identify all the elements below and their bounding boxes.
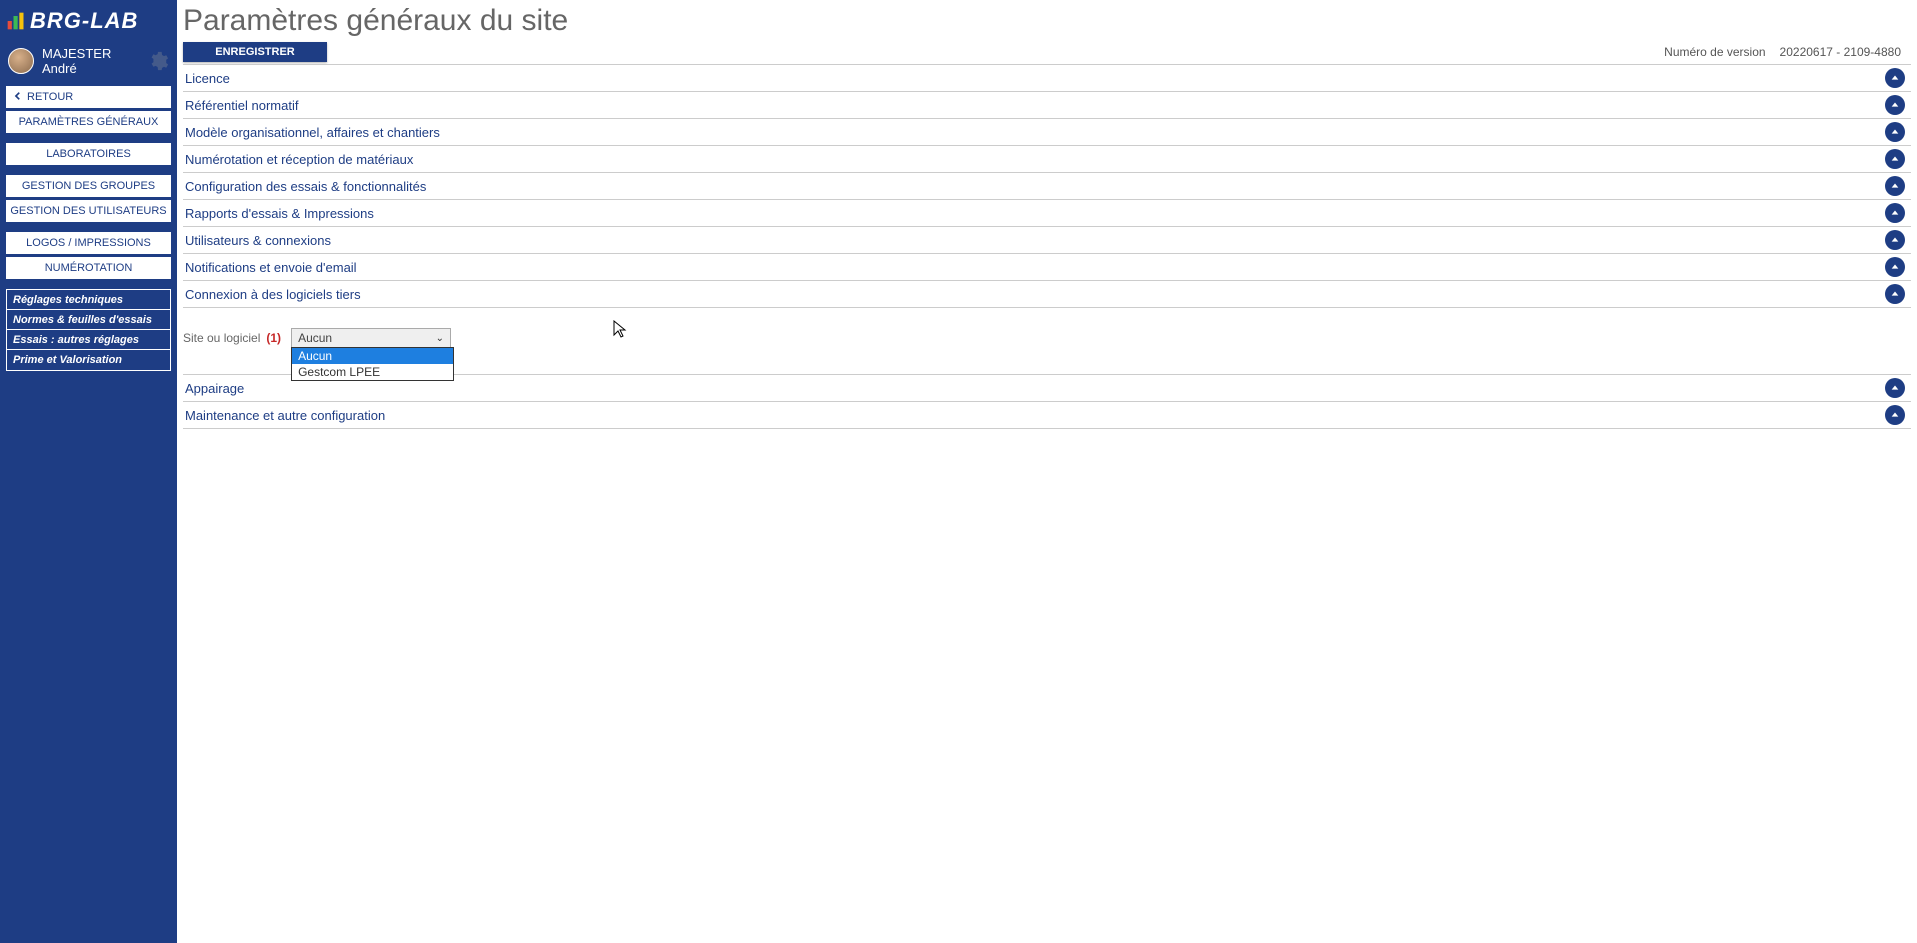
sidebar-item-gestion-utilisateurs[interactable]: GESTION DES UTILISATEURS bbox=[6, 200, 171, 222]
sidebar: BRG-LAB MAJESTER André RETOUR PARAMÈTRES… bbox=[0, 0, 177, 943]
top-row: ENREGISTRER Numéro de version 20220617 -… bbox=[183, 38, 1911, 64]
chevron-left-icon bbox=[13, 91, 23, 104]
sidebar-item-laboratoires[interactable]: LABORATOIRES bbox=[6, 143, 171, 165]
dropdown-option[interactable]: Aucun bbox=[292, 348, 453, 364]
gear-icon[interactable] bbox=[147, 50, 169, 72]
main: Paramètres généraux du site ENREGISTRER … bbox=[177, 0, 1917, 943]
sidebar-sub-section: Réglages techniques Normes & feuilles d'… bbox=[6, 289, 171, 371]
field-label: Site ou logiciel bbox=[183, 331, 260, 345]
collapse-toggle-icon[interactable] bbox=[1885, 176, 1905, 196]
collapse-toggle-icon[interactable] bbox=[1885, 203, 1905, 223]
section-title: Référentiel normatif bbox=[185, 98, 1885, 113]
section-header[interactable]: Modèle organisationnel, affaires et chan… bbox=[183, 118, 1911, 145]
collapse-toggle-icon[interactable] bbox=[1885, 95, 1905, 115]
section-header[interactable]: Connexion à des logiciels tiers bbox=[183, 280, 1911, 307]
page-title: Paramètres généraux du site bbox=[183, 0, 1911, 38]
section-header[interactable]: Référentiel normatif bbox=[183, 91, 1911, 118]
section-title: Notifications et envoie d'email bbox=[185, 260, 1885, 275]
logo-block: BRG-LAB bbox=[0, 0, 177, 40]
sidebar-item-parametres-generaux[interactable]: PARAMÈTRES GÉNÉRAUX bbox=[6, 111, 171, 133]
sidebar-item-reglages-techniques[interactable]: Réglages techniques bbox=[7, 290, 170, 310]
section-header[interactable]: Licence bbox=[183, 64, 1911, 91]
nav-block: RETOUR PARAMÈTRES GÉNÉRAUX LABORATOIRES … bbox=[0, 86, 177, 381]
section-title: Connexion à des logiciels tiers bbox=[185, 287, 1885, 302]
section-title: Appairage bbox=[185, 381, 1885, 396]
section-header[interactable]: Configuration des essais & fonctionnalit… bbox=[183, 172, 1911, 199]
section-header[interactable]: Maintenance et autre configuration bbox=[183, 401, 1911, 428]
sidebar-item-numerotation[interactable]: NUMÉROTATION bbox=[6, 257, 171, 279]
back-button[interactable]: RETOUR bbox=[6, 86, 171, 108]
collapse-toggle-icon[interactable] bbox=[1885, 405, 1905, 425]
sidebar-item-gestion-groupes[interactable]: GESTION DES GROUPES bbox=[6, 175, 171, 197]
user-name: MAJESTER André bbox=[42, 46, 147, 76]
section-title: Modèle organisationnel, affaires et chan… bbox=[185, 125, 1885, 140]
version-label: Numéro de version bbox=[1664, 45, 1765, 59]
field-marker: (1) bbox=[266, 331, 281, 345]
collapse-toggle-icon[interactable] bbox=[1885, 68, 1905, 88]
section-header[interactable]: Utilisateurs & connexions bbox=[183, 226, 1911, 253]
dropdown-option[interactable]: Gestcom LPEE bbox=[292, 364, 453, 380]
sidebar-item-prime-valorisation[interactable]: Prime et Valorisation bbox=[7, 350, 170, 370]
sidebar-item-essais-autres[interactable]: Essais : autres réglages bbox=[7, 330, 170, 350]
sections-container: Licence Référentiel normatif Modèle organi… bbox=[183, 64, 1911, 943]
sidebar-item-normes-feuilles[interactable]: Normes & feuilles d'essais bbox=[7, 310, 170, 330]
section-header[interactable]: Notifications et envoie d'email bbox=[183, 253, 1911, 280]
section-header[interactable]: Numérotation et réception de matériaux bbox=[183, 145, 1911, 172]
collapse-toggle-icon[interactable] bbox=[1885, 122, 1905, 142]
sidebar-item-logos-impressions[interactable]: LOGOS / IMPRESSIONS bbox=[6, 232, 171, 254]
collapse-toggle-icon[interactable] bbox=[1885, 230, 1905, 250]
collapse-toggle-icon[interactable] bbox=[1885, 149, 1905, 169]
section-title: Utilisateurs & connexions bbox=[185, 233, 1885, 248]
select-value: Aucun bbox=[298, 331, 332, 345]
chevron-down-icon: ⌄ bbox=[436, 333, 444, 344]
section-title: Numérotation et réception de matériaux bbox=[185, 152, 1885, 167]
select-dropdown: AucunGestcom LPEE bbox=[291, 347, 454, 381]
collapse-toggle-icon[interactable] bbox=[1885, 284, 1905, 304]
app-logo-icon bbox=[6, 11, 26, 31]
version-value: 20220617 - 2109-4880 bbox=[1780, 45, 1901, 59]
field-row-site-ou-logiciel: Site ou logiciel(1)Aucun⌄AucunGestcom LP… bbox=[183, 328, 1911, 348]
collapse-toggle-icon[interactable] bbox=[1885, 378, 1905, 398]
collapse-toggle-icon[interactable] bbox=[1885, 257, 1905, 277]
app-logo-text: BRG-LAB bbox=[30, 8, 138, 34]
section-title: Licence bbox=[185, 71, 1885, 86]
section-title: Maintenance et autre configuration bbox=[185, 408, 1885, 423]
select-display[interactable]: Aucun ⌄ bbox=[291, 328, 451, 348]
section-title: Rapports d'essais & Impressions bbox=[185, 206, 1885, 221]
save-button[interactable]: ENREGISTRER bbox=[183, 42, 327, 62]
section-body-third-party: Site ou logiciel(1)Aucun⌄AucunGestcom LP… bbox=[183, 307, 1911, 374]
section-header[interactable]: Rapports d'essais & Impressions bbox=[183, 199, 1911, 226]
avatar[interactable] bbox=[8, 48, 34, 74]
section-title: Configuration des essais & fonctionnalit… bbox=[185, 179, 1885, 194]
back-label: RETOUR bbox=[27, 91, 73, 103]
select-site-ou-logiciel[interactable]: Aucun⌄AucunGestcom LPEE bbox=[291, 328, 451, 348]
user-row: MAJESTER André bbox=[0, 40, 177, 86]
